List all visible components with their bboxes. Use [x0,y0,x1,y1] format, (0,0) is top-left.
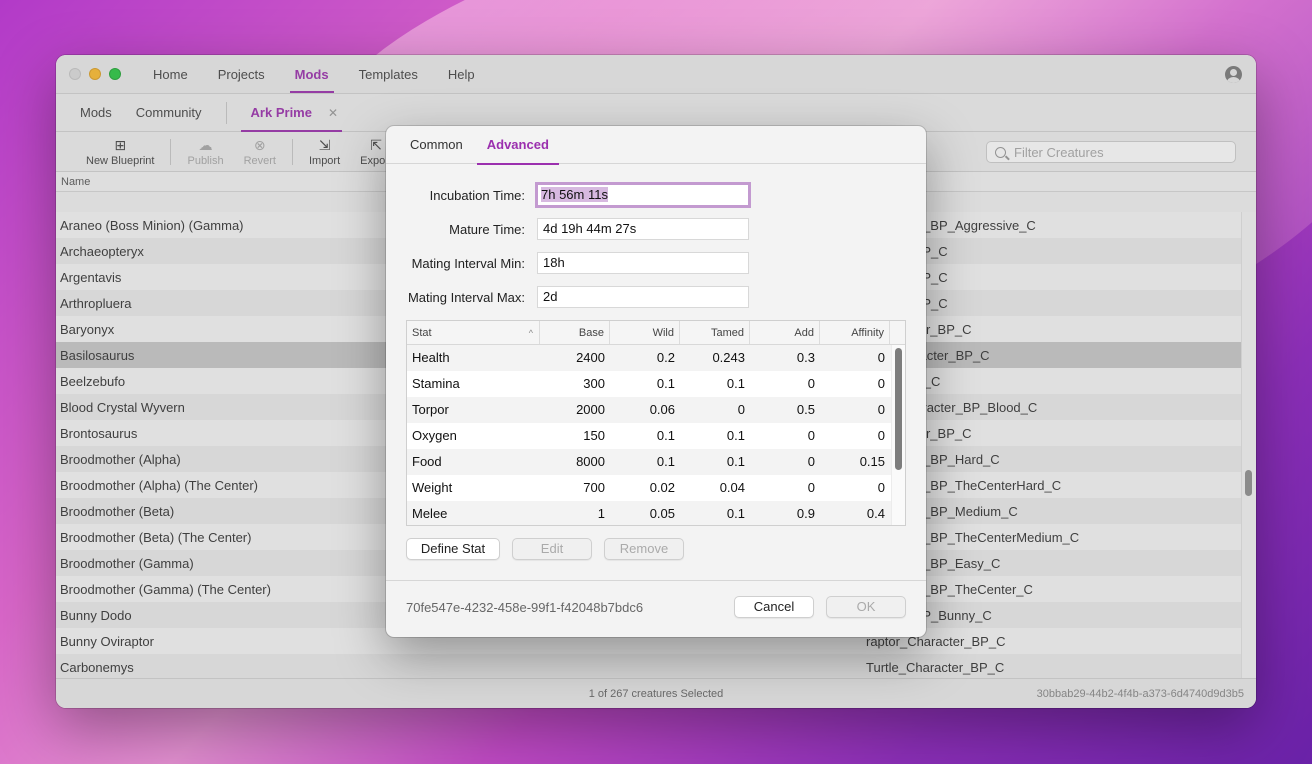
incubation-label: Incubation Time: [429,187,525,203]
cancel-button[interactable]: Cancel [734,596,814,618]
stat-value-cell: 0.04 [719,480,745,495]
stat-table-body: Health 2400 0.2 0.243 0.3 0 Stamina 300 0.1 0.1 0 0… [407,345,905,525]
wild-column-header[interactable]: Wild [610,321,680,344]
tamed-column-header[interactable]: Tamed [680,321,750,344]
define-stat-button[interactable]: Define Stat [406,538,500,560]
affinity-column-header[interactable]: Affinity [820,321,890,344]
stat-value-cell: 0.1 [656,376,675,391]
stat-value-cell: 8000 [576,454,605,469]
stat-value-cell: 0 [877,428,885,443]
stat-value-cell: 0.1 [726,454,745,469]
stat-value-cell: 0.02 [649,480,675,495]
stat-column-label: Stat [412,327,432,339]
stat-value-cell: 2000 [576,402,605,417]
stat-row[interactable]: Torpor 2000 0.06 0 0.5 0 [407,397,905,423]
mature-row: Mature Time: 4d 19h 44m 27s [386,216,749,242]
incubation-row: Incubation Time: 7h 56m 11s [386,182,751,208]
stat-column-header[interactable]: Stat ^ [407,321,540,344]
stat-value-cell: 0.15 [859,454,885,469]
tab-advanced[interactable]: Advanced [475,126,561,165]
stat-row[interactable]: Weight 700 0.02 0.04 0 0 [407,475,905,501]
stat-name-cell: Torpor [412,402,449,417]
stat-table-scroll-thumb[interactable] [895,348,902,470]
stat-value-cell: 0 [877,376,885,391]
mating-min-row: Mating Interval Min: 18h [386,250,749,276]
stat-value-cell: 0 [877,402,885,417]
stat-value-cell: 0.06 [649,402,675,417]
stat-value-cell: 0.4 [866,506,885,521]
stat-value-cell: 0 [807,480,815,495]
add-column-header[interactable]: Add [750,321,820,344]
remove-button[interactable]: Remove [604,538,684,560]
incubation-time-field[interactable]: 7h 56m 11s [535,182,751,208]
mating-max-label: Mating Interval Max: [407,289,525,305]
mating-interval-min-field[interactable]: 18h [537,252,749,274]
stat-row[interactable]: Food 8000 0.1 0.1 0 0.15 [407,449,905,475]
stat-value-cell: 0 [807,428,815,443]
stat-value-cell: 0.2 [656,350,675,365]
stat-value-cell: 0.1 [726,428,745,443]
dialog-tabs: Common Advanced [386,126,926,165]
base-column-header[interactable]: Base [540,321,610,344]
stat-name-cell: Food [412,454,442,469]
mature-time-field[interactable]: 4d 19h 44m 27s [537,218,749,240]
tab-common[interactable]: Common [398,126,475,164]
creature-uuid: 70fe547e-4232-458e-99f1-f42048b7bdc6 [406,600,644,615]
stat-table[interactable]: Stat ^ Base Wild Tamed Add Affinity Healt… [406,320,906,526]
mature-label: Mature Time: [449,221,525,237]
stat-value-cell: 0.1 [726,376,745,391]
stat-table-scrollbar[interactable] [891,345,905,525]
stat-row[interactable]: Oxygen 150 0.1 0.1 0 0 [407,423,905,449]
stat-row[interactable]: Stamina 300 0.1 0.1 0 0 [407,371,905,397]
ok-button[interactable]: OK [826,596,906,618]
stat-value-cell: 300 [583,376,605,391]
stat-value-cell: 0 [807,454,815,469]
stat-value-cell: 0.9 [796,506,815,521]
stat-name-cell: Oxygen [412,428,457,443]
stat-value-cell: 150 [583,428,605,443]
stat-name-cell: Melee [412,506,448,521]
stat-value-cell: 0.05 [649,506,675,521]
stat-value-cell: 0.1 [726,506,745,521]
stat-value-cell: 2400 [576,350,605,365]
stat-name-cell: Weight [412,480,453,495]
stat-row[interactable]: Melee 1 0.05 0.1 0.9 0.4 [407,501,905,525]
stat-value-cell: 0.5 [796,402,815,417]
edit-button[interactable]: Edit [512,538,592,560]
stat-value-cell: 700 [583,480,605,495]
stat-value-cell: 0.3 [796,350,815,365]
stat-table-header: Stat ^ Base Wild Tamed Add Affinity [407,321,905,345]
creature-editor-dialog: Common Advanced Incubation Time: 7h 56m … [386,126,926,637]
stat-value-cell: 0 [877,350,885,365]
stat-value-cell: 1 [597,506,605,521]
stat-value-cell: 0.1 [656,428,675,443]
stat-name-cell: Health [412,350,450,365]
stat-value-cell: 0.243 [712,350,745,365]
stat-row[interactable]: Health 2400 0.2 0.243 0.3 0 [407,345,905,371]
sort-ascending-icon: ^ [528,328,533,338]
stat-value-cell: 0 [877,480,885,495]
incubation-value: 7h 56m 11s [541,187,608,202]
dialog-footer: 70fe547e-4232-458e-99f1-f42048b7bdc6 Can… [386,580,926,637]
mating-min-label: Mating Interval Min: [411,255,525,271]
stat-value-cell: 0 [807,376,815,391]
mating-max-row: Mating Interval Max: 2d [386,284,749,310]
stat-value-cell: 0 [737,402,745,417]
stat-name-cell: Stamina [412,376,460,391]
mating-interval-max-field[interactable]: 2d [537,286,749,308]
stat-value-cell: 0.1 [656,454,675,469]
